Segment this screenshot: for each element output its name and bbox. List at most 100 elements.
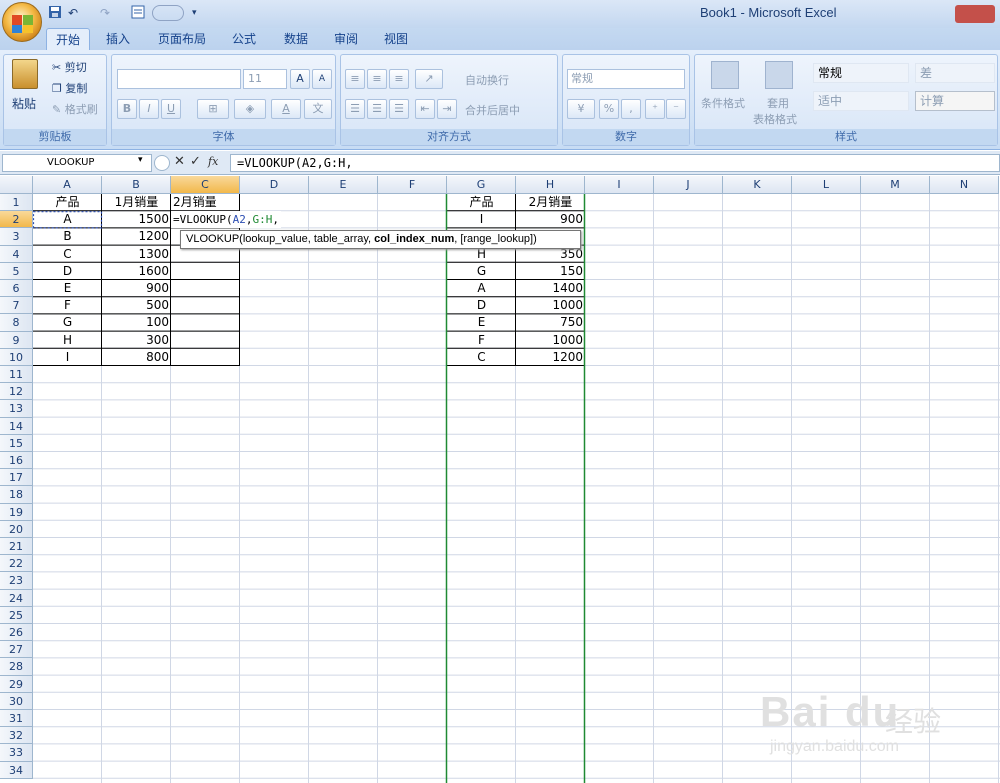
row-header-29[interactable]: 29 — [0, 675, 33, 693]
jan-sales-cell[interactable]: 300 — [102, 332, 171, 349]
lookup-sales-cell[interactable]: 750 — [516, 314, 585, 331]
row-header-10[interactable]: 10 — [0, 348, 33, 366]
lookup-sales-cell[interactable]: 1200 — [516, 349, 585, 366]
row-header-7[interactable]: 7 — [0, 297, 33, 315]
jan-sales-cell[interactable]: 1600 — [102, 263, 171, 280]
tab-page-layout[interactable]: 页面布局 — [150, 28, 214, 50]
jan-sales-cell[interactable]: 100 — [102, 314, 171, 331]
name-box[interactable]: VLOOKUP — [2, 154, 152, 172]
fill-color-icon[interactable]: ◈ — [234, 99, 266, 119]
column-header-g[interactable]: G — [447, 176, 516, 194]
style-neutral[interactable]: 适中 — [813, 91, 909, 111]
row-header-13[interactable]: 13 — [0, 400, 33, 418]
column-header-h[interactable]: H — [516, 176, 585, 194]
row-header-27[interactable]: 27 — [0, 641, 33, 659]
formula-bar-toggle-icon[interactable] — [154, 155, 170, 171]
row-header-16[interactable]: 16 — [0, 452, 33, 470]
underline-button[interactable]: U — [161, 99, 181, 119]
insert-function-icon[interactable]: fx — [208, 155, 218, 168]
tab-formulas[interactable]: 公式 — [224, 28, 264, 50]
cut-button[interactable]: ✂ 剪切 — [52, 59, 87, 75]
row-header-12[interactable]: 12 — [0, 383, 33, 401]
lookup-header-cell[interactable]: 2月销量 — [516, 194, 585, 211]
font-name-dropdown[interactable] — [117, 69, 241, 89]
row-header-20[interactable]: 20 — [0, 520, 33, 538]
save-icon[interactable] — [48, 5, 62, 21]
row-header-22[interactable]: 22 — [0, 555, 33, 573]
product-cell[interactable]: C — [33, 246, 102, 263]
lookup-sales-cell[interactable]: 150 — [516, 263, 585, 280]
wrap-text-button[interactable]: 自动换行 — [465, 72, 509, 88]
row-header-4[interactable]: 4 — [0, 245, 33, 263]
paste-button[interactable]: 粘贴 — [12, 95, 36, 112]
format-painter-button[interactable]: ✎ 格式刷 — [52, 101, 98, 117]
jan-sales-cell[interactable]: 800 — [102, 349, 171, 366]
row-header-2[interactable]: 2 — [0, 211, 33, 229]
orientation-icon[interactable]: ↗ — [415, 69, 443, 89]
tab-review[interactable]: 审阅 — [326, 28, 366, 50]
column-header-m[interactable]: M — [861, 176, 930, 194]
row-header-5[interactable]: 5 — [0, 262, 33, 280]
column-header-b[interactable]: B — [102, 176, 171, 194]
row-header-18[interactable]: 18 — [0, 486, 33, 504]
row-header-34[interactable]: 34 — [0, 761, 33, 779]
column-header-c[interactable]: C — [171, 176, 240, 194]
lookup-sales-cell[interactable]: 1000 — [516, 297, 585, 314]
percent-button[interactable]: % — [599, 99, 619, 119]
phonetic-icon[interactable]: 文 — [304, 99, 332, 119]
number-format-dropdown[interactable]: 常规 — [567, 69, 685, 89]
row-header-19[interactable]: 19 — [0, 503, 33, 521]
lookup-product-cell[interactable]: G — [447, 263, 516, 280]
lookup-product-cell[interactable]: F — [447, 332, 516, 349]
header-cell[interactable]: 1月销量 — [102, 194, 171, 211]
formula-input[interactable]: =VLOOKUP(A2,G:H, — [230, 154, 1000, 172]
increase-indent-icon[interactable]: ⇥ — [437, 99, 457, 119]
table-format-icon[interactable] — [765, 61, 793, 89]
header-cell[interactable]: 产品 — [33, 194, 102, 211]
qat-dropdown-icon[interactable]: ▾ — [192, 5, 197, 21]
close-window-icon[interactable] — [955, 5, 995, 23]
border-icon[interactable]: ⊞ — [197, 99, 229, 119]
lookup-header-cell[interactable]: 产品 — [447, 194, 516, 211]
active-cell-editor[interactable]: =VLOOKUP(A2,G:H, — [171, 211, 281, 229]
column-header-d[interactable]: D — [240, 176, 309, 194]
column-header-l[interactable]: L — [792, 176, 861, 194]
row-header-31[interactable]: 31 — [0, 710, 33, 728]
increase-decimal-icon[interactable]: ⁺ — [645, 99, 665, 119]
column-header-f[interactable]: F — [378, 176, 447, 194]
font-color-icon[interactable]: A — [271, 99, 301, 119]
style-normal[interactable]: 常规 — [813, 63, 909, 83]
row-header-33[interactable]: 33 — [0, 744, 33, 762]
enter-icon[interactable]: ✓ — [190, 154, 201, 169]
decrease-indent-icon[interactable]: ⇤ — [415, 99, 435, 119]
lookup-product-cell[interactable]: A — [447, 280, 516, 297]
align-left-icon[interactable]: ☰ — [345, 99, 365, 119]
row-header-3[interactable]: 3 — [0, 228, 33, 246]
row-header-28[interactable]: 28 — [0, 658, 33, 676]
product-cell[interactable]: B — [33, 228, 102, 245]
product-cell[interactable]: H — [33, 332, 102, 349]
jan-sales-cell[interactable]: 1500 — [102, 211, 171, 228]
tab-data[interactable]: 数据 — [276, 28, 316, 50]
product-cell[interactable]: D — [33, 263, 102, 280]
product-cell[interactable]: I — [33, 349, 102, 366]
row-header-14[interactable]: 14 — [0, 417, 33, 435]
table-format-line1[interactable]: 套用 — [767, 95, 789, 111]
product-cell[interactable]: E — [33, 280, 102, 297]
lookup-product-cell[interactable]: D — [447, 297, 516, 314]
column-header-n[interactable]: N — [930, 176, 999, 194]
print-preview-icon[interactable] — [130, 5, 146, 21]
tab-view[interactable]: 视图 — [376, 28, 416, 50]
row-header-21[interactable]: 21 — [0, 538, 33, 556]
currency-icon[interactable]: ¥ — [567, 99, 595, 119]
font-size-dropdown[interactable]: 11 — [243, 69, 287, 89]
row-header-9[interactable]: 9 — [0, 331, 33, 349]
row-header-32[interactable]: 32 — [0, 727, 33, 745]
copy-button[interactable]: ❐ 复制 — [52, 80, 87, 96]
lookup-sales-cell[interactable]: 1400 — [516, 280, 585, 297]
select-all-corner[interactable] — [0, 176, 33, 194]
align-middle-icon[interactable]: ≡ — [367, 69, 387, 89]
row-header-30[interactable]: 30 — [0, 692, 33, 710]
name-box-dropdown-icon[interactable]: ▾ — [138, 155, 143, 165]
row-header-23[interactable]: 23 — [0, 572, 33, 590]
